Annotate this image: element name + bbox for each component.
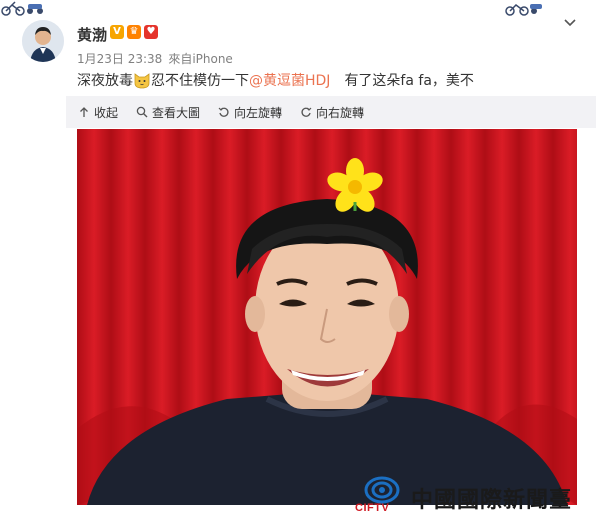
post-timestamp[interactable]: 1月23日 23:38 — [77, 52, 162, 66]
post-text-part: 深夜放毒 — [77, 73, 133, 89]
username[interactable]: 黄渤 — [77, 24, 107, 45]
rotate-left-icon — [218, 107, 229, 117]
user-mention-link[interactable]: @黄逗菌HDJ — [249, 73, 330, 89]
cyclist-decoration-icon — [505, 4, 542, 16]
arrow-up-icon — [80, 107, 88, 117]
rotate-left-button[interactable]: 向左旋轉 — [218, 104, 282, 121]
cyclist-decoration-icon — [1, 1, 43, 16]
image-toolbar: 收起 查看大圖 向左旋轉 向右旋轉 — [66, 96, 596, 128]
avatar[interactable] — [22, 20, 64, 62]
post-text: 深夜放毒 忍不住模仿一下@黄逗菌HDJ 有了这朵fa fa，美不 — [77, 70, 474, 90]
cat-emoji-icon — [134, 73, 150, 89]
top-decoration — [0, 0, 596, 16]
watermark-logo: CIFTV 中國國際新聞臺 — [355, 476, 590, 518]
post-photo[interactable] — [77, 129, 577, 505]
post-source: 來自iPhone — [168, 52, 233, 66]
view-large-label: 查看大圖 — [152, 105, 201, 120]
watermark-text: 中國國際新聞臺 — [411, 488, 573, 513]
chevron-down-icon[interactable] — [564, 16, 576, 28]
magnifier-icon — [136, 106, 148, 118]
rotate-right-icon — [301, 107, 312, 117]
member-badge-icon[interactable]: ♛ — [127, 25, 141, 39]
verified-badge-icon[interactable]: V — [110, 25, 124, 39]
fan-badge-icon[interactable]: ♥ — [144, 25, 158, 39]
post-text-part: 忍不住模仿一下 — [151, 73, 249, 89]
post-meta: 1月23日 23:38 來自iPhone — [77, 50, 239, 67]
collapse-button[interactable]: 收起 — [78, 104, 118, 121]
post-text-part: 有了这朵fa fa，美不 — [344, 73, 474, 89]
collapse-label: 收起 — [94, 105, 119, 120]
rotate-right-label: 向右旋轉 — [316, 105, 365, 120]
rotate-left-label: 向左旋轉 — [234, 105, 283, 120]
view-large-button[interactable]: 查看大圖 — [136, 104, 200, 121]
user-badges: V ♛ ♥ — [110, 25, 158, 39]
rotate-right-button[interactable]: 向右旋轉 — [300, 104, 364, 121]
watermark-sub: CIFTV — [355, 502, 390, 514]
